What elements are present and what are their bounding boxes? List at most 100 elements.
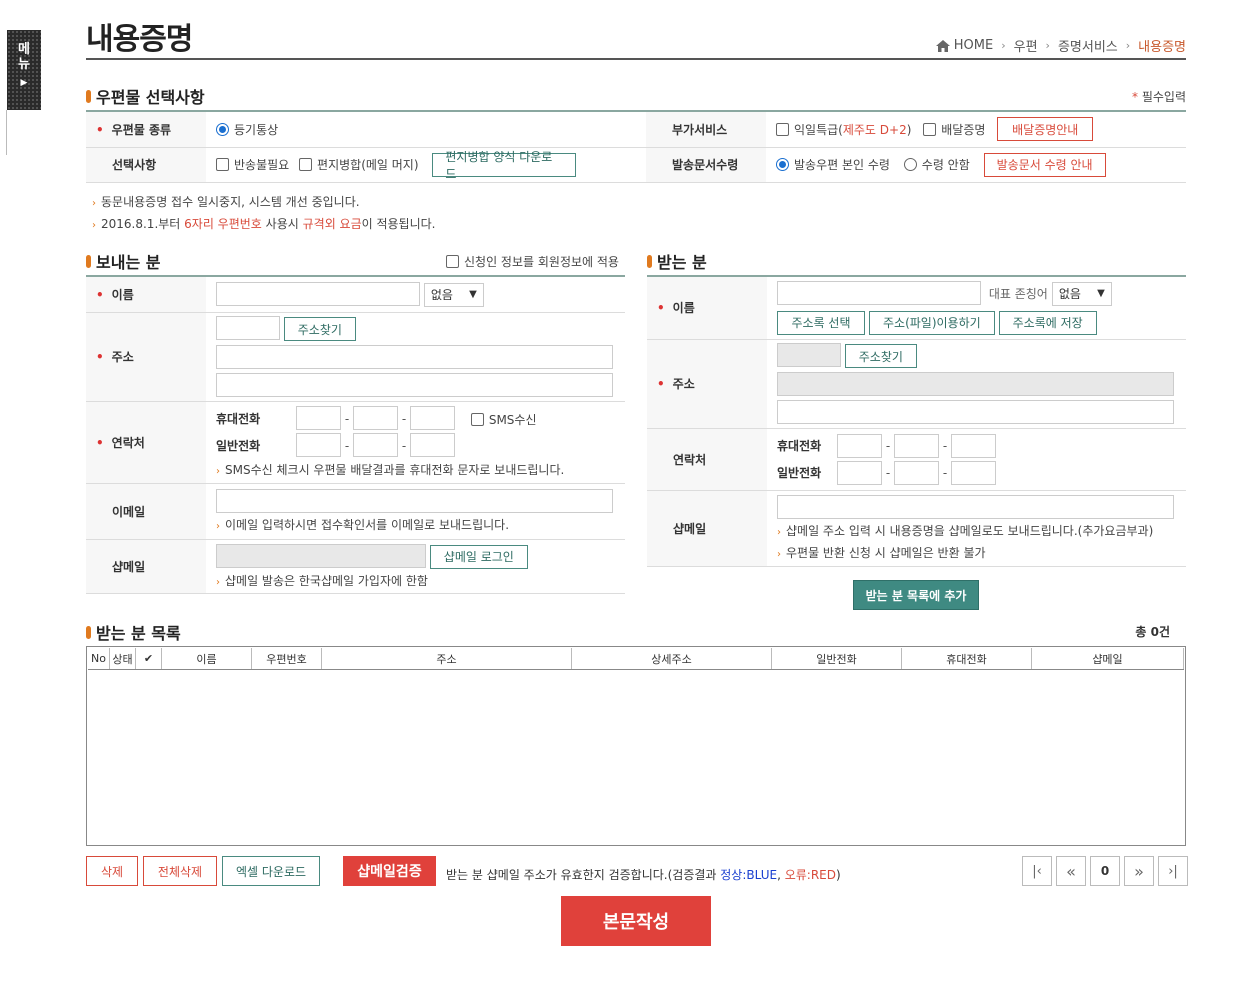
sender-mobile-label: 휴대전화	[216, 411, 261, 426]
delivery-proof-checkbox[interactable]	[923, 122, 937, 136]
add-to-list-button[interactable]: 받는 분 목록에 추가	[853, 580, 979, 610]
sender-phone-3[interactable]	[410, 433, 455, 457]
column-header[interactable]: 이름	[162, 648, 252, 669]
total-count: 총 0건	[1135, 625, 1170, 639]
email-note: › 이메일 입력하시면 접수확인서를 이메일로 보내드립니다.	[216, 518, 510, 532]
receiver-phone-2[interactable]	[894, 460, 939, 485]
address-file-button[interactable]: 주소(파일)이용하기	[868, 310, 995, 335]
sender-zipcode-input[interactable]	[216, 316, 280, 340]
recipient-list-table: No 상태 ✔ 이름 우편번호 주소 상세주소 일반전화 휴대전화 샵메일	[86, 646, 1186, 846]
sender-phone-2[interactable]	[353, 433, 398, 457]
receive-none-label: 수령 안함	[921, 158, 970, 172]
section-bullet-icon	[86, 254, 91, 268]
current-page[interactable]: 0	[1090, 856, 1120, 886]
select-all-check-icon[interactable]: ✔	[136, 648, 162, 669]
side-menu-toggle[interactable]: 메뉴 ▶	[7, 30, 41, 110]
next-page-icon[interactable]: »	[1124, 856, 1154, 886]
column-header[interactable]: 휴대전화	[902, 648, 1032, 669]
required-note: * 필수입력	[1132, 88, 1186, 105]
receiver-name-label: • 이름	[647, 277, 767, 340]
receiver-honorific-select[interactable]: 없음 ▼	[1051, 281, 1112, 306]
column-header[interactable]: 주소	[322, 648, 572, 669]
receiver-phone-3[interactable]	[951, 460, 996, 485]
sender-mobile-1[interactable]	[296, 406, 341, 430]
section-title-receiver: 받는 분	[647, 249, 707, 273]
receiver-mobile-label: 휴대전화	[777, 439, 822, 453]
sender-email-input[interactable]	[216, 489, 613, 513]
letter-merge-label: 편지병합(메일 머지)	[317, 158, 419, 172]
receiver-shopmail-note-1: › 샵메일 주소 입력 시 내용증명을 샵메일로도 보내드립니다.(추가요금부과)	[777, 524, 1154, 539]
title-divider	[86, 58, 1186, 60]
column-header[interactable]: 우편번호	[252, 648, 322, 669]
column-header[interactable]: 샵메일	[1032, 648, 1184, 669]
section-title-text: 우편물 선택사항	[96, 88, 205, 107]
sender-name-input[interactable]	[216, 281, 420, 306]
receiver-find-address-button[interactable]: 주소찾기	[844, 344, 917, 368]
sender-address-label: • 주소	[86, 312, 206, 402]
receive-self-label: 발송우편 본인 수령	[794, 158, 890, 172]
doc-receive-guide-button[interactable]: 발송문서 수령 안내	[983, 152, 1106, 177]
shopmail-verify-button[interactable]: 샵메일검증	[343, 856, 436, 886]
sms-checkbox[interactable]	[470, 412, 484, 426]
breadcrumb-cert[interactable]: 증명서비스	[1058, 36, 1118, 55]
receiver-mobile-2[interactable]	[894, 433, 939, 458]
receiver-name-input[interactable]	[777, 280, 981, 305]
receiver-phone-1[interactable]	[837, 460, 882, 485]
chevron-right-icon: ›	[1001, 39, 1006, 52]
first-page-icon[interactable]: |‹	[1022, 856, 1052, 886]
mail-type-value: 등기통상	[234, 122, 279, 137]
sender-find-address-button[interactable]: 주소찾기	[283, 317, 356, 341]
chevron-right-icon: ›	[1125, 39, 1131, 52]
section-bullet-icon	[86, 89, 91, 103]
divider	[6, 110, 7, 155]
notice-1: › 동문내용증명 접수 일시중지, 시스템 개선 중입니다.	[92, 195, 360, 209]
receive-none-radio[interactable]	[903, 158, 917, 171]
address-book-select-button[interactable]: 주소록 선택	[777, 310, 865, 335]
receiver-address-input[interactable]	[777, 372, 1174, 396]
column-header[interactable]: 상태	[110, 648, 136, 669]
column-header[interactable]: 일반전화	[772, 648, 902, 669]
no-return-checkbox[interactable]	[216, 158, 229, 171]
last-page-icon[interactable]: ›|	[1158, 856, 1188, 886]
receive-self-radio[interactable]	[776, 158, 789, 171]
sender-mobile-2[interactable]	[353, 406, 398, 430]
prev-page-icon[interactable]: «	[1056, 856, 1086, 886]
sender-address-detail-input[interactable]	[216, 373, 613, 397]
delete-button[interactable]: 삭제	[86, 856, 138, 886]
side-menu-label: 메뉴	[18, 42, 30, 72]
mail-type-radio[interactable]	[216, 122, 229, 136]
sms-label: SMS수신	[488, 412, 537, 427]
delivery-proof-guide-button[interactable]: 배달증명안내	[997, 117, 1094, 142]
receiver-mobile-1[interactable]	[837, 433, 882, 458]
delete-all-button[interactable]: 전체삭제	[143, 856, 217, 886]
sender-shopmail-input[interactable]	[216, 543, 426, 568]
write-body-button[interactable]: 본문작성	[561, 896, 711, 946]
shopmail-note: › 샵메일 발송은 한국샵메일 가입자에 한함	[216, 573, 428, 588]
section-bullet-icon	[86, 625, 91, 639]
section-title-mail-options: 우편물 선택사항	[86, 84, 205, 108]
sender-address-input[interactable]	[216, 345, 613, 369]
receiver-zipcode-input[interactable]	[777, 343, 841, 367]
receiver-shopmail-note-2: › 우편물 반환 신청 시 샵메일은 반환 불가	[777, 546, 986, 561]
sender-honorific-select[interactable]: 없음 ▼	[423, 282, 484, 307]
breadcrumb-home[interactable]: HOME	[954, 38, 993, 53]
receiver-mobile-3[interactable]	[951, 433, 996, 458]
receiver-shopmail-input[interactable]	[777, 495, 1174, 520]
chevron-down-icon: ▼	[1097, 288, 1105, 300]
shopmail-login-button[interactable]: 샵메일 로그인	[429, 544, 528, 569]
next-day-checkbox[interactable]	[776, 122, 789, 136]
merge-template-download-button[interactable]: 편지병합 양식 다운로드	[432, 150, 577, 181]
apply-member-option[interactable]: 신청인 정보를 회원정보에 적용	[446, 253, 619, 270]
receiver-address-detail-input[interactable]	[777, 400, 1174, 424]
address-book-save-button[interactable]: 주소록에 저장	[998, 310, 1097, 335]
column-header[interactable]: 상세주소	[572, 648, 772, 669]
apply-member-checkbox[interactable]	[446, 255, 459, 268]
breadcrumb-post[interactable]: 우편	[1014, 36, 1038, 55]
column-header[interactable]: No	[88, 648, 110, 669]
notice-2: › 2016.8.1.부터 6자리 우편번호 사용시 규격외 요금이 적용됩니다.	[92, 217, 436, 231]
selection-label: 선택사항	[86, 147, 206, 183]
sender-mobile-3[interactable]	[410, 406, 455, 430]
letter-merge-checkbox[interactable]	[299, 158, 313, 171]
sender-phone-1[interactable]	[296, 433, 341, 457]
excel-download-button[interactable]: 엑셀 다운로드	[222, 856, 320, 886]
